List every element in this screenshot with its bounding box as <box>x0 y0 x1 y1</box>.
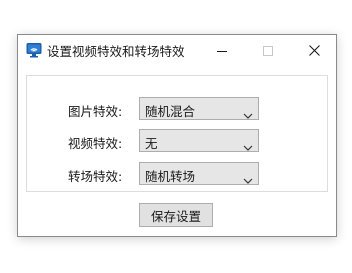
settings-dialog: 设置视频特效和转场特效 图片特效: 随机混合 视频特效: 无 转场特效: 随机转… <box>17 34 337 237</box>
image-effect-label: 图片特效: <box>68 104 123 119</box>
window-title: 设置视频特效和转场特效 <box>47 44 185 59</box>
save-settings-button[interactable]: 保存设置 <box>139 203 213 227</box>
close-button[interactable] <box>291 37 337 63</box>
transition-effect-select[interactable]: 随机转场 <box>139 162 259 185</box>
video-effect-label: 视频特效: <box>68 136 123 151</box>
video-effect-select[interactable]: 无 <box>139 129 259 152</box>
maximize-icon <box>263 41 273 60</box>
image-effect-value: 随机混合 <box>145 104 196 119</box>
monitor-wifi-icon <box>26 42 42 58</box>
settings-panel: 图片特效: 随机混合 视频特效: 无 转场特效: 随机转场 <box>26 75 328 192</box>
close-icon <box>308 41 320 60</box>
chevron-down-icon <box>243 137 253 151</box>
title-bar[interactable]: 设置视频特效和转场特效 <box>18 35 336 64</box>
image-effect-select[interactable]: 随机混合 <box>139 97 259 120</box>
transition-effect-label: 转场特效: <box>68 169 123 184</box>
chevron-down-icon <box>243 170 253 184</box>
maximize-button[interactable] <box>245 37 291 63</box>
minimize-icon <box>217 41 227 60</box>
transition-effect-value: 随机转场 <box>145 169 196 184</box>
chevron-down-icon <box>243 105 253 119</box>
minimize-button[interactable] <box>199 37 245 63</box>
video-effect-value: 无 <box>145 136 158 151</box>
